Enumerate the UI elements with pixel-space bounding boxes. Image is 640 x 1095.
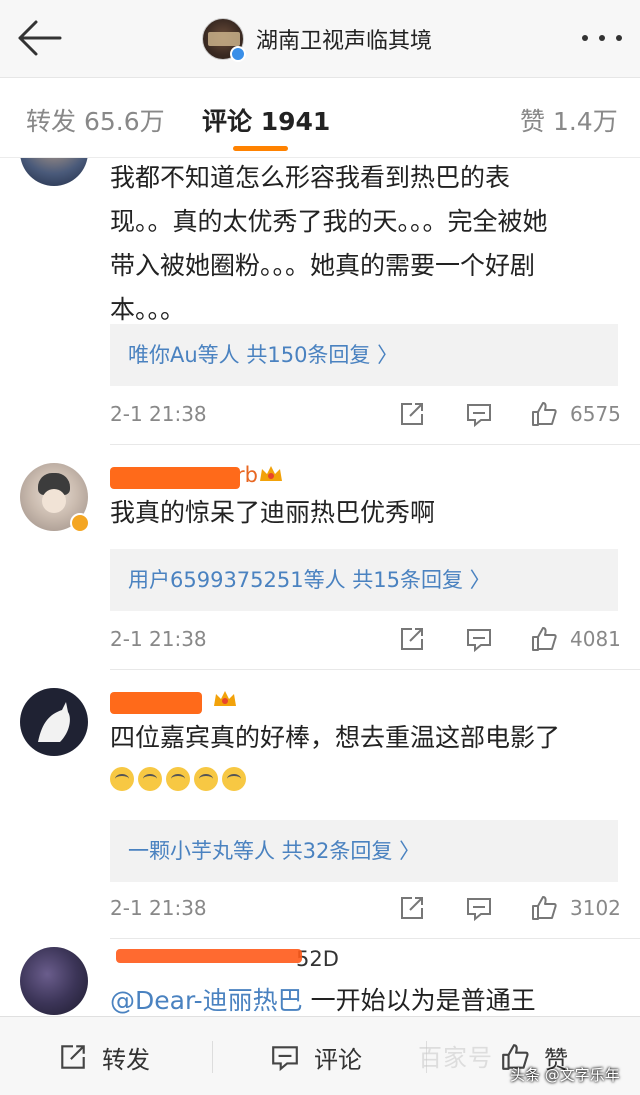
mention-link[interactable]: @Dear-迪丽热巴 [110, 986, 303, 1015]
repost-icon [61, 1045, 85, 1069]
crying-emoji-icon [138, 767, 162, 791]
comment-icon[interactable] [465, 625, 493, 653]
like-thumb-icon[interactable] [530, 894, 558, 922]
crying-emoji-icon [166, 767, 190, 791]
tab-like[interactable]: 赞 1.4万 [520, 102, 618, 138]
crown-badge-icon [214, 691, 236, 706]
crying-emoji-icon [194, 767, 218, 791]
comment-icon[interactable] [465, 894, 493, 922]
reply-summary[interactable]: 唯你Au等人 共150条回复 〉 [110, 324, 618, 386]
redaction-mark [116, 949, 302, 963]
comment-icon [272, 1046, 298, 1072]
comment-text: @Dear-迪丽热巴 一开始以为是普通王 [110, 986, 536, 1015]
repost-button[interactable]: 转发 [58, 1041, 150, 1074]
divider [110, 938, 640, 939]
like-count: 3102 [570, 896, 621, 920]
comment-time: 2-1 21:38 [110, 896, 207, 920]
comment-meta: 2-1 21:38 4081 [110, 623, 621, 657]
divider [110, 444, 640, 445]
emoji-row [110, 766, 250, 791]
comment-time: 2-1 21:38 [110, 402, 207, 426]
verified-badge-icon [70, 513, 90, 533]
comment-icon[interactable] [465, 400, 493, 428]
tab-comment[interactable]: 评论 1941 [202, 102, 330, 138]
back-button[interactable] [14, 18, 64, 58]
tab-repost[interactable]: 转发 65.6万 [26, 102, 165, 138]
comment-text: 我都不知道怎么形容我看到热巴的表 现。。真的太优秀了我的天。。。完全被她 带入被… [110, 158, 620, 332]
commenter-avatar[interactable] [20, 688, 88, 756]
commenter-avatar[interactable] [20, 947, 88, 1015]
reply-summary[interactable]: 一颗小芋丸等人 共32条回复 〉 [110, 820, 618, 882]
comment-label: 评论 [314, 1045, 362, 1074]
redaction-mark [110, 692, 202, 714]
more-button[interactable] [582, 28, 622, 48]
comment-time: 2-1 21:38 [110, 627, 207, 651]
arrow-left-icon [18, 20, 62, 56]
comment-list[interactable]: 我都不知道怎么形容我看到热巴的表 现。。真的太优秀了我的天。。。完全被她 带入被… [0, 158, 640, 1016]
comment-line: 四位嘉宾真的好棒，想去重温这部电影了 [110, 723, 561, 752]
comment-line: 我都不知道怎么形容我看到热巴的表 [110, 163, 511, 192]
like-count: 6575 [570, 402, 621, 426]
more-dots-icon [582, 35, 588, 41]
account-avatar[interactable] [202, 18, 246, 62]
verified-badge-icon [230, 46, 246, 62]
reply-summary[interactable]: 用户6599375251等人 共15条回复 〉 [110, 549, 618, 611]
repost-icon[interactable] [398, 400, 426, 428]
like-thumb-icon[interactable] [530, 400, 558, 428]
comment-text: 我真的惊呆了迪丽热巴优秀啊 [110, 491, 620, 535]
tab-bar: 转发 65.6万 评论 1941 赞 1.4万 [0, 78, 640, 158]
comment-meta: 2-1 21:38 6575 [110, 398, 621, 432]
page-title: 湖南卫视声临其境 [256, 29, 433, 54]
crying-emoji-icon [222, 767, 246, 791]
redaction-mark [110, 467, 240, 489]
comment-line: 我真的惊呆了迪丽热巴优秀啊 [110, 498, 436, 527]
repost-label: 转发 [102, 1045, 150, 1074]
crown-badge-icon [260, 466, 282, 481]
watermark: 百家号 [418, 1044, 493, 1072]
active-tab-indicator [233, 146, 288, 151]
like-count: 4081 [570, 627, 621, 651]
watermark-credit: 头条 @文字乐年 [510, 1066, 620, 1084]
divider [110, 669, 640, 670]
repost-icon[interactable] [398, 894, 426, 922]
comment-button[interactable]: 评论 [270, 1041, 362, 1074]
repost-icon[interactable] [398, 625, 426, 653]
account-header[interactable]: 湖南卫视声临其境 [202, 17, 433, 62]
top-nav-bar: 湖南卫视声临其境 [0, 0, 640, 78]
comment-line: 现。。真的太优秀了我的天。。。完全被她 [110, 207, 548, 236]
commenter-avatar[interactable] [20, 158, 88, 186]
divider [212, 1041, 213, 1073]
comment-line: 带入被她圈粉。。。她真的需要一个好剧 [110, 251, 536, 280]
comment-meta: 2-1 21:38 3102 [110, 892, 621, 926]
like-thumb-icon[interactable] [530, 625, 558, 653]
comment-text: 四位嘉宾真的好棒，想去重温这部电影了 [110, 716, 620, 760]
crying-emoji-icon [110, 767, 134, 791]
